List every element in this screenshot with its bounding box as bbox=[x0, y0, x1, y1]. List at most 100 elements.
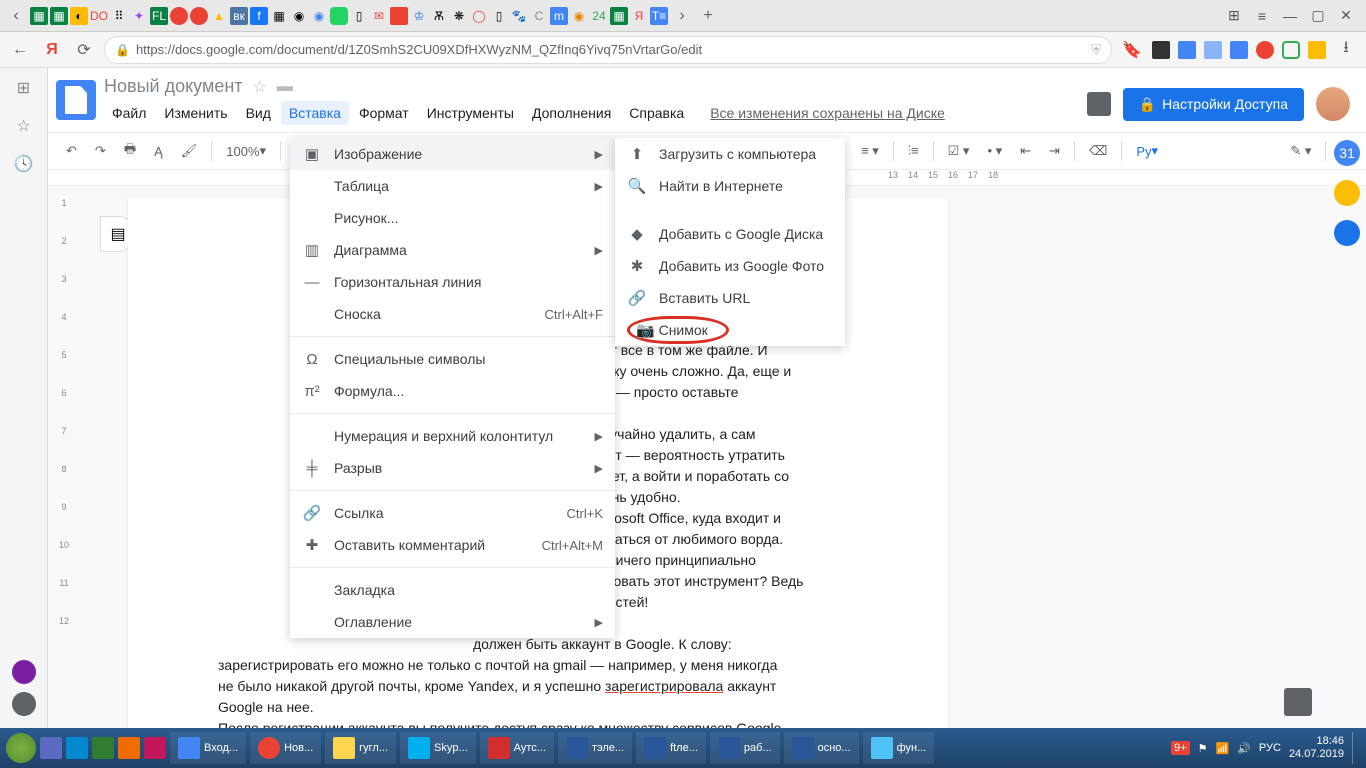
tab-icon[interactable]: 24 bbox=[590, 7, 608, 25]
tab-icon[interactable]: ❋ bbox=[450, 7, 468, 25]
tab-icon[interactable]: FL bbox=[150, 7, 168, 25]
protect-icon[interactable]: ⛨ bbox=[1091, 42, 1101, 58]
assistant-icon[interactable] bbox=[12, 692, 36, 716]
task-icon[interactable] bbox=[40, 737, 62, 759]
ext-icon[interactable] bbox=[1204, 41, 1222, 59]
menu-format[interactable]: Формат bbox=[351, 101, 417, 125]
tab-icon[interactable]: ▦ bbox=[270, 7, 288, 25]
menu-tools[interactable]: Инструменты bbox=[419, 101, 522, 125]
ext-icon[interactable] bbox=[1178, 41, 1196, 59]
tab-icon[interactable]: Я bbox=[630, 7, 648, 25]
tab-icon[interactable]: C bbox=[530, 7, 548, 25]
tab-icon[interactable]: ◐ bbox=[70, 7, 88, 25]
menu-help[interactable]: Справка bbox=[621, 101, 692, 125]
redo-button[interactable]: ↷ bbox=[89, 139, 112, 163]
menu-item-image[interactable]: ▣ Изображение ▶ bbox=[290, 138, 615, 170]
spellcheck-button[interactable]: Ą bbox=[148, 140, 169, 163]
yandex-button[interactable]: Я bbox=[40, 38, 64, 62]
window-maximize[interactable]: ▢ bbox=[1310, 8, 1326, 24]
address-bar[interactable]: 🔒 https://docs.google.com/document/d/1Z0… bbox=[104, 36, 1112, 64]
back-button[interactable]: ← bbox=[8, 38, 32, 62]
menu-item-chart[interactable]: ▥ Диаграмма ▶ bbox=[290, 234, 615, 266]
tab-icon[interactable]: ◉ bbox=[310, 7, 328, 25]
user-avatar[interactable] bbox=[1316, 87, 1350, 121]
taskbar-item[interactable]: Аутс... bbox=[480, 732, 554, 764]
start-button[interactable] bbox=[6, 733, 36, 763]
tab-icon[interactable]: f bbox=[250, 7, 268, 25]
bullet-list-button[interactable]: • ▾ bbox=[981, 139, 1008, 163]
tab-icon[interactable]: вк bbox=[230, 7, 248, 25]
document-title[interactable]: Новый документ bbox=[104, 76, 243, 97]
paint-format-button[interactable]: 🖌 bbox=[175, 139, 204, 163]
bookmark-icon[interactable]: 🔖 bbox=[1120, 38, 1144, 62]
menu-item-footnote[interactable]: Сноска Ctrl+Alt+F bbox=[290, 298, 615, 330]
taskbar-item[interactable]: Нов... bbox=[250, 732, 321, 764]
tab-icon[interactable] bbox=[390, 7, 408, 25]
comments-icon[interactable] bbox=[1087, 92, 1111, 116]
show-desktop[interactable] bbox=[1352, 732, 1360, 764]
ext-icon[interactable] bbox=[1256, 41, 1274, 59]
ext-icon[interactable] bbox=[1282, 41, 1300, 59]
submenu-drive[interactable]: ◆ Добавить с Google Диска bbox=[615, 218, 845, 250]
tab-icon[interactable]: ▲ bbox=[210, 7, 228, 25]
tab-icon[interactable]: ▦ bbox=[50, 7, 68, 25]
undo-button[interactable]: ↶ bbox=[60, 139, 83, 163]
folder-icon[interactable]: ▬ bbox=[277, 78, 293, 96]
editing-mode-button[interactable]: ✎ ▾ bbox=[1284, 139, 1317, 163]
tableau-icon[interactable]: ⊞ bbox=[14, 78, 34, 98]
window-minimize[interactable]: — bbox=[1282, 8, 1298, 24]
print-button[interactable]: 🖶 bbox=[118, 136, 142, 166]
save-status[interactable]: Все изменения сохранены на Диске bbox=[702, 101, 953, 125]
submenu-search-web[interactable]: 🔍 Найти в Интернете bbox=[615, 170, 845, 202]
tab-icon[interactable] bbox=[190, 7, 208, 25]
submenu-url[interactable]: 🔗 Вставить URL bbox=[615, 282, 845, 314]
menu-item-break[interactable]: ╪ Разрыв ▶ bbox=[290, 452, 615, 484]
taskbar-item[interactable]: тэле... bbox=[558, 732, 632, 764]
tab-icon[interactable]: ♔ bbox=[410, 7, 428, 25]
checklist-button[interactable]: ☑ ▾ bbox=[942, 139, 976, 163]
menu-item-bookmark[interactable]: Закладка bbox=[290, 574, 615, 606]
menu-file[interactable]: Файл bbox=[104, 101, 154, 125]
tab-icon[interactable]: ◉ bbox=[290, 7, 308, 25]
taskbar-item[interactable]: осно... bbox=[784, 732, 859, 764]
tab-icon[interactable]: m bbox=[550, 7, 568, 25]
reload-button[interactable]: ⟳ bbox=[72, 38, 96, 62]
ext-icon[interactable] bbox=[1230, 41, 1248, 59]
tab-icon[interactable]: 🐾 bbox=[510, 7, 528, 25]
task-icon[interactable] bbox=[66, 737, 88, 759]
ext-icon[interactable] bbox=[1308, 41, 1326, 59]
tray-flag-icon[interactable]: ⚑ bbox=[1198, 742, 1208, 755]
menu-item-hr[interactable]: — Горизонтальная линия bbox=[290, 266, 615, 298]
menu-item-special-chars[interactable]: Ω Специальные символы bbox=[290, 343, 615, 375]
share-button[interactable]: 🔒 Настройки Доступа bbox=[1123, 88, 1304, 121]
task-icon[interactable] bbox=[144, 737, 166, 759]
tab-icon[interactable]: ▦ bbox=[30, 7, 48, 25]
tab-icon[interactable]: ▯ bbox=[490, 7, 508, 25]
input-tools-button[interactable]: Py ▾ bbox=[1130, 139, 1164, 163]
tray-lang[interactable]: РУС bbox=[1259, 742, 1281, 754]
tab-icon[interactable]: Ѫ bbox=[430, 7, 448, 25]
tab-overview-icon[interactable]: ⊞ bbox=[1226, 8, 1242, 24]
line-spacing-button[interactable]: ⫶≡ bbox=[902, 139, 925, 163]
taskbar-item[interactable]: фун... bbox=[863, 732, 935, 764]
menu-item-formula[interactable]: π² Формула... bbox=[290, 375, 615, 407]
tray-network-icon[interactable]: 📶 bbox=[1216, 742, 1230, 755]
task-icon[interactable] bbox=[118, 737, 140, 759]
menu-item-comment[interactable]: ✚ Оставить комментарий Ctrl+Alt+M bbox=[290, 529, 615, 561]
tab-icon[interactable]: DO bbox=[90, 7, 108, 25]
clear-format-button[interactable]: ⌫ bbox=[1083, 139, 1113, 163]
tab-scroll-left[interactable]: ‹ bbox=[4, 4, 28, 28]
alice-icon[interactable] bbox=[12, 660, 36, 684]
keep-addon-icon[interactable] bbox=[1334, 180, 1360, 206]
tab-icon[interactable]: ▯ bbox=[350, 7, 368, 25]
new-tab-button[interactable]: + bbox=[696, 4, 720, 28]
menu-item-toc[interactable]: Оглавление ▶ bbox=[290, 606, 615, 638]
taskbar-item[interactable]: гугл... bbox=[325, 732, 396, 764]
tab-icon[interactable]: ◉ bbox=[570, 7, 588, 25]
tab-icon[interactable]: T≡ bbox=[650, 7, 668, 25]
history-icon[interactable]: 🕓 bbox=[14, 154, 34, 174]
calendar-addon-icon[interactable]: 31 bbox=[1334, 140, 1360, 166]
tab-icon[interactable]: ▦ bbox=[610, 7, 628, 25]
window-close[interactable]: ✕ bbox=[1338, 8, 1354, 24]
tab-icon[interactable] bbox=[330, 7, 348, 25]
